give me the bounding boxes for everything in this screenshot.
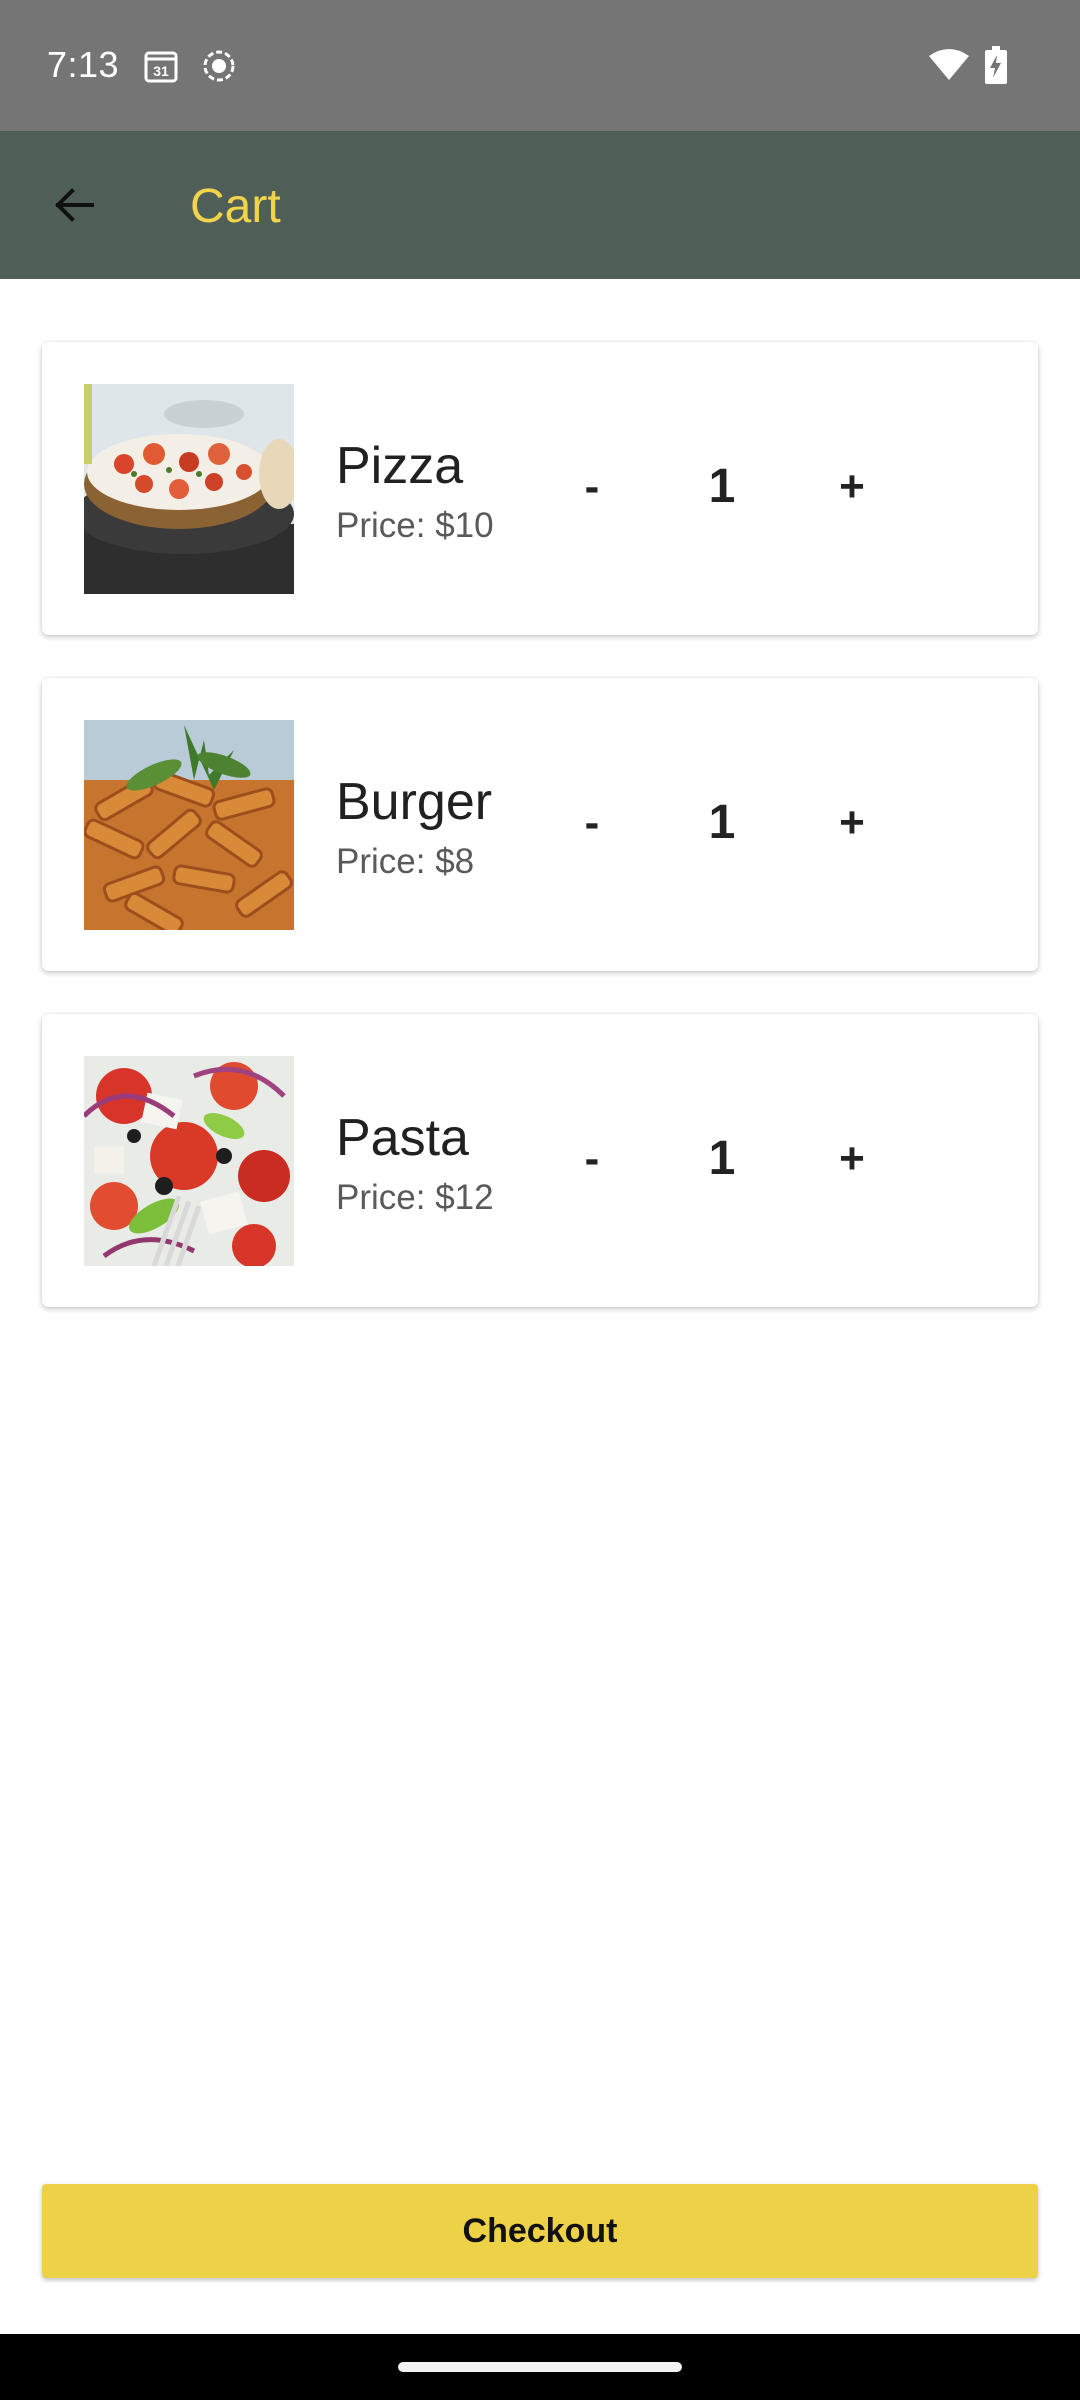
app-bar: Cart	[0, 131, 1080, 279]
decrease-quantity-button[interactable]: -	[562, 788, 622, 858]
increase-quantity-button[interactable]: +	[822, 452, 882, 522]
wifi-icon	[929, 49, 969, 80]
increase-quantity-button[interactable]: +	[822, 1124, 882, 1194]
battery-charging-icon	[985, 46, 1007, 84]
item-price: Price: $8	[336, 842, 475, 881]
cart-item-pasta: Pasta Price: $12 - 1 +	[42, 1014, 1038, 1307]
pizza-image	[84, 384, 294, 594]
back-button[interactable]	[40, 175, 108, 235]
item-quantity: 1	[708, 796, 736, 849]
cart-item-burger: Burger Price: $8 - 1 +	[42, 678, 1038, 971]
item-quantity: 1	[708, 1132, 736, 1185]
item-price: Price: $12	[336, 1178, 494, 1217]
decrease-quantity-button[interactable]: -	[562, 1124, 622, 1194]
screen-record-icon	[203, 50, 235, 82]
item-name: Pasta	[336, 1109, 469, 1167]
calendar-icon: 31	[144, 51, 178, 83]
burger-image	[84, 720, 294, 930]
page-title: Cart	[190, 180, 281, 233]
status-bar: 7:13 31	[0, 0, 1080, 131]
cart-item-pizza: Pizza Price: $10 - 1 +	[42, 342, 1038, 635]
item-name: Burger	[336, 773, 493, 831]
checkout-button[interactable]: Checkout	[42, 2184, 1038, 2278]
arrow-left-icon	[55, 188, 94, 222]
item-price: Price: $10	[336, 506, 494, 545]
home-gesture-handle[interactable]	[398, 2362, 682, 2372]
increase-quantity-button[interactable]: +	[822, 788, 882, 858]
item-quantity: 1	[708, 460, 736, 513]
calendar-day: 31	[153, 63, 169, 79]
status-time: 7:13	[47, 44, 120, 85]
pasta-image	[84, 1056, 294, 1266]
item-name: Pizza	[336, 437, 464, 495]
decrease-quantity-button[interactable]: -	[562, 452, 622, 522]
